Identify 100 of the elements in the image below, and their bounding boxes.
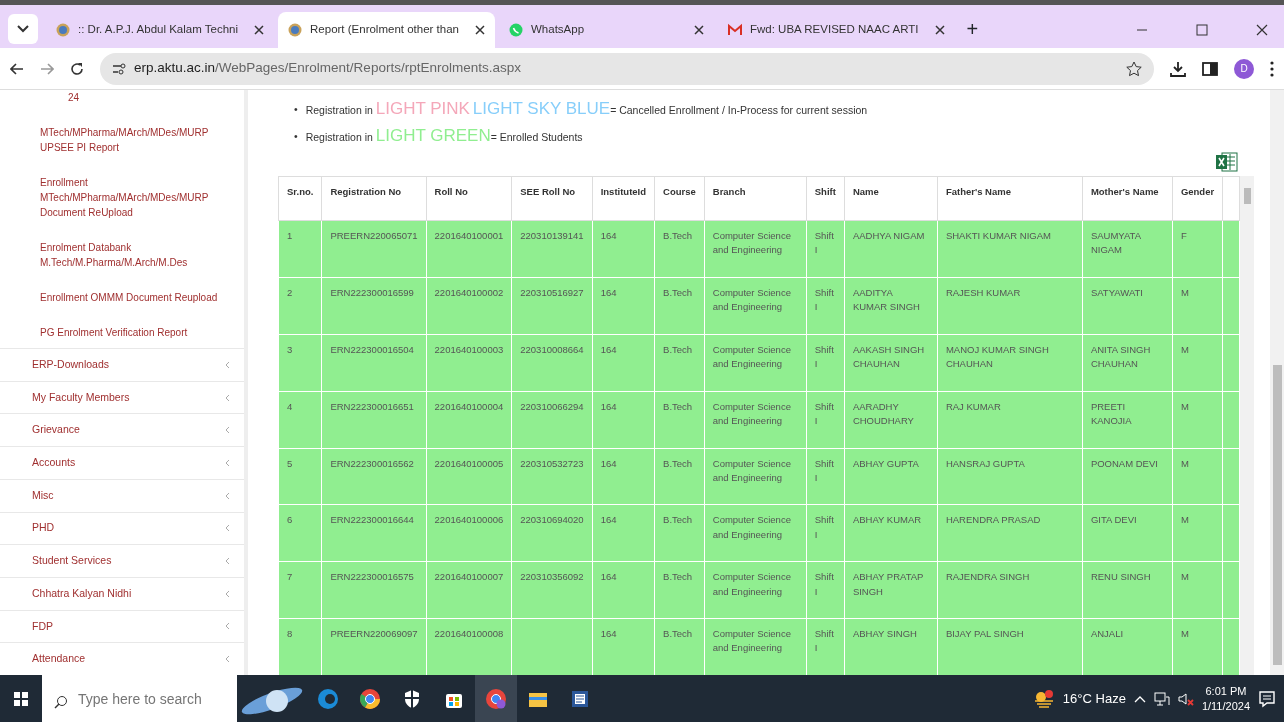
taskbar-clock[interactable]: 6:01 PM 1/11/2024: [1201, 684, 1250, 713]
tab-search-icon[interactable]: [17, 25, 29, 33]
chat-icon: [509, 23, 523, 37]
table-cell: 6: [278, 504, 322, 562]
chevron-left-icon: [224, 524, 230, 533]
column-header: Mother's Name: [1082, 176, 1173, 221]
side-panel-icon[interactable]: [1202, 61, 1218, 76]
scrollbar-thumb[interactable]: [1243, 188, 1251, 204]
network-icon[interactable]: [1153, 691, 1170, 706]
scrollbar-thumb[interactable]: [1272, 365, 1282, 665]
profile-avatar[interactable]: D: [1234, 58, 1254, 79]
browser-tab[interactable]: Fwd: UBA REVISED NAAC ARTI: [718, 12, 955, 48]
table-cell: 220310532723: [511, 448, 593, 505]
sidebar-link[interactable]: Enrolment Databank M.Tech/M.Pharma/M.Arch/M.Des: [0, 228, 220, 278]
table-cell: ERN222300016575: [321, 561, 427, 619]
download-icon[interactable]: [1170, 60, 1186, 77]
sidebar-link[interactable]: 24: [0, 90, 244, 113]
sidebar-menu-item[interactable]: Student Services: [0, 544, 244, 577]
spreadsheet-export-icon[interactable]: [1216, 152, 1238, 172]
start-icon[interactable]: [14, 691, 28, 706]
sidebar-menu-item[interactable]: Grievance: [0, 413, 244, 447]
browser-tab[interactable]: Report (Enrolment other than: [278, 12, 495, 48]
sidebar-link[interactable]: PG Enrolment Verification Report: [0, 313, 244, 348]
table-cell: ERN222300016599: [321, 277, 427, 335]
search-icon: [54, 694, 68, 709]
sidebar-link[interactable]: Enrollment OMMM Document Reupload: [0, 278, 244, 313]
table-cell: MANOJ KUMAR SINGH CHAUHAN: [937, 334, 1083, 392]
reload-icon[interactable]: [70, 61, 84, 76]
seal-icon: [288, 23, 303, 37]
muted-speaker-icon[interactable]: [1177, 691, 1194, 706]
sidebar-menu-item[interactable]: Chhatra Kalyan Nidhi: [0, 576, 244, 610]
table-cell: RENU SINGH: [1082, 561, 1173, 619]
close-icon[interactable]: [254, 25, 265, 35]
table-cell: AAKASH SINGH CHAUHAN: [844, 334, 938, 392]
taskbar-search-field[interactable]: Type here to search: [42, 675, 237, 722]
table-cell: B.Tech: [654, 504, 705, 562]
sidebar-menu-item[interactable]: PHD: [0, 511, 244, 545]
sidebar-menu-item[interactable]: My Faculty Members: [0, 380, 244, 414]
table-cell: 220310694020: [511, 504, 593, 562]
table-cell: AADHYA NIGAM: [844, 220, 938, 278]
close-icon[interactable]: [934, 25, 945, 35]
sidebar-menu-item[interactable]: Misc: [0, 478, 244, 512]
weather-text[interactable]: 16°C Haze: [1062, 688, 1126, 709]
browser-tab[interactable]: :: Dr. A.P.J. Abdul Kalam Techni: [46, 12, 275, 48]
table-cell: Computer Science and Engineering: [704, 220, 807, 278]
table-cell: POONAM DEVI: [1082, 448, 1173, 505]
bullet: •: [294, 102, 298, 117]
notifications-icon[interactable]: [1258, 689, 1276, 708]
table-cell: AADITYA KUMAR SINGH: [844, 277, 938, 335]
table-cell: Shift I: [806, 334, 845, 392]
table-cell: 164: [592, 448, 655, 505]
back-icon[interactable]: [10, 62, 24, 75]
legend-text: Registration in LIGHT PINK LIGHT SKY BLUE= Cancelled Enrollment / In-Process for current session: [305, 98, 868, 120]
table-cell: RAJENDRA SINGH: [937, 561, 1083, 619]
column-header: Name: [844, 176, 938, 221]
table-cell: SAUMYATA NIGAM: [1082, 220, 1173, 278]
weather-icon[interactable]: [1032, 688, 1055, 709]
more-icon[interactable]: [1270, 60, 1274, 77]
chevron-up-icon[interactable]: [1133, 694, 1146, 703]
browser-tab[interactable]: WhatsApp: [499, 12, 714, 48]
table-cell: HANSRAJ GUPTA: [937, 448, 1083, 505]
table-cell: ERN222300016651: [321, 391, 427, 448]
table-cell: Shift I: [806, 618, 845, 675]
chevron-left-icon: [224, 557, 230, 566]
table-scrollbar[interactable]: [1240, 176, 1255, 675]
table-cell: B.Tech: [654, 618, 705, 675]
browser-icon[interactable]: [485, 687, 507, 710]
table-cell: 220310356092: [511, 561, 593, 619]
chevron-left-icon: [224, 426, 230, 435]
sidebar-link[interactable]: MTech/MPharma/MArch/MDes/MURP UPSEE PI Report: [0, 113, 244, 163]
bullet: •: [294, 129, 298, 144]
table-cell: ERN222300016644: [321, 504, 427, 562]
table-cell: 2201640100006: [426, 504, 512, 562]
table-cell: RAJ KUMAR: [937, 391, 1083, 448]
address-bar[interactable]: erp.aktu.ac.in/WebPages/Enrolment/Reports/rptEnrolments.aspx: [100, 52, 1154, 85]
table-cell: 164: [592, 334, 655, 392]
site-settings-icon[interactable]: [112, 62, 126, 75]
close-icon[interactable]: [694, 25, 704, 35]
maximize-icon[interactable]: [1196, 24, 1208, 36]
legend-text: Registration in LIGHT GREEN= Enrolled Students: [305, 125, 583, 147]
table-cell: M: [1172, 334, 1223, 392]
browser-icon[interactable]: [359, 687, 381, 710]
sidebar-menu-item[interactable]: FDP: [0, 609, 244, 643]
star-icon[interactable]: [1126, 60, 1142, 77]
close-icon[interactable]: [1256, 24, 1268, 36]
table-cell: SHAKTI KUMAR NIGAM: [937, 220, 1083, 278]
close-icon[interactable]: [475, 25, 485, 35]
forward-icon[interactable]: [40, 62, 54, 75]
page-scrollbar[interactable]: [1270, 90, 1284, 675]
sidebar-link[interactable]: Enrollment MTech/MPharma/MArch/MDes/MURP Document ReUpload: [0, 163, 220, 228]
chevron-left-icon: [224, 360, 230, 369]
table-cell: ABHAY PRATAP SINGH: [844, 561, 938, 619]
table-cell: M: [1172, 277, 1223, 335]
sidebar-menu-item[interactable]: Accounts: [0, 446, 244, 479]
new-tab-button[interactable]: +: [966, 14, 979, 44]
column-header: Sr.no.: [278, 176, 322, 221]
table-cell: AARADHY CHOUDHARY: [844, 391, 938, 448]
table-cell: SATYAWATI: [1082, 277, 1173, 335]
sidebar-menu-item[interactable]: ERP-Downloads: [0, 348, 244, 381]
mail-icon: [728, 23, 742, 37]
